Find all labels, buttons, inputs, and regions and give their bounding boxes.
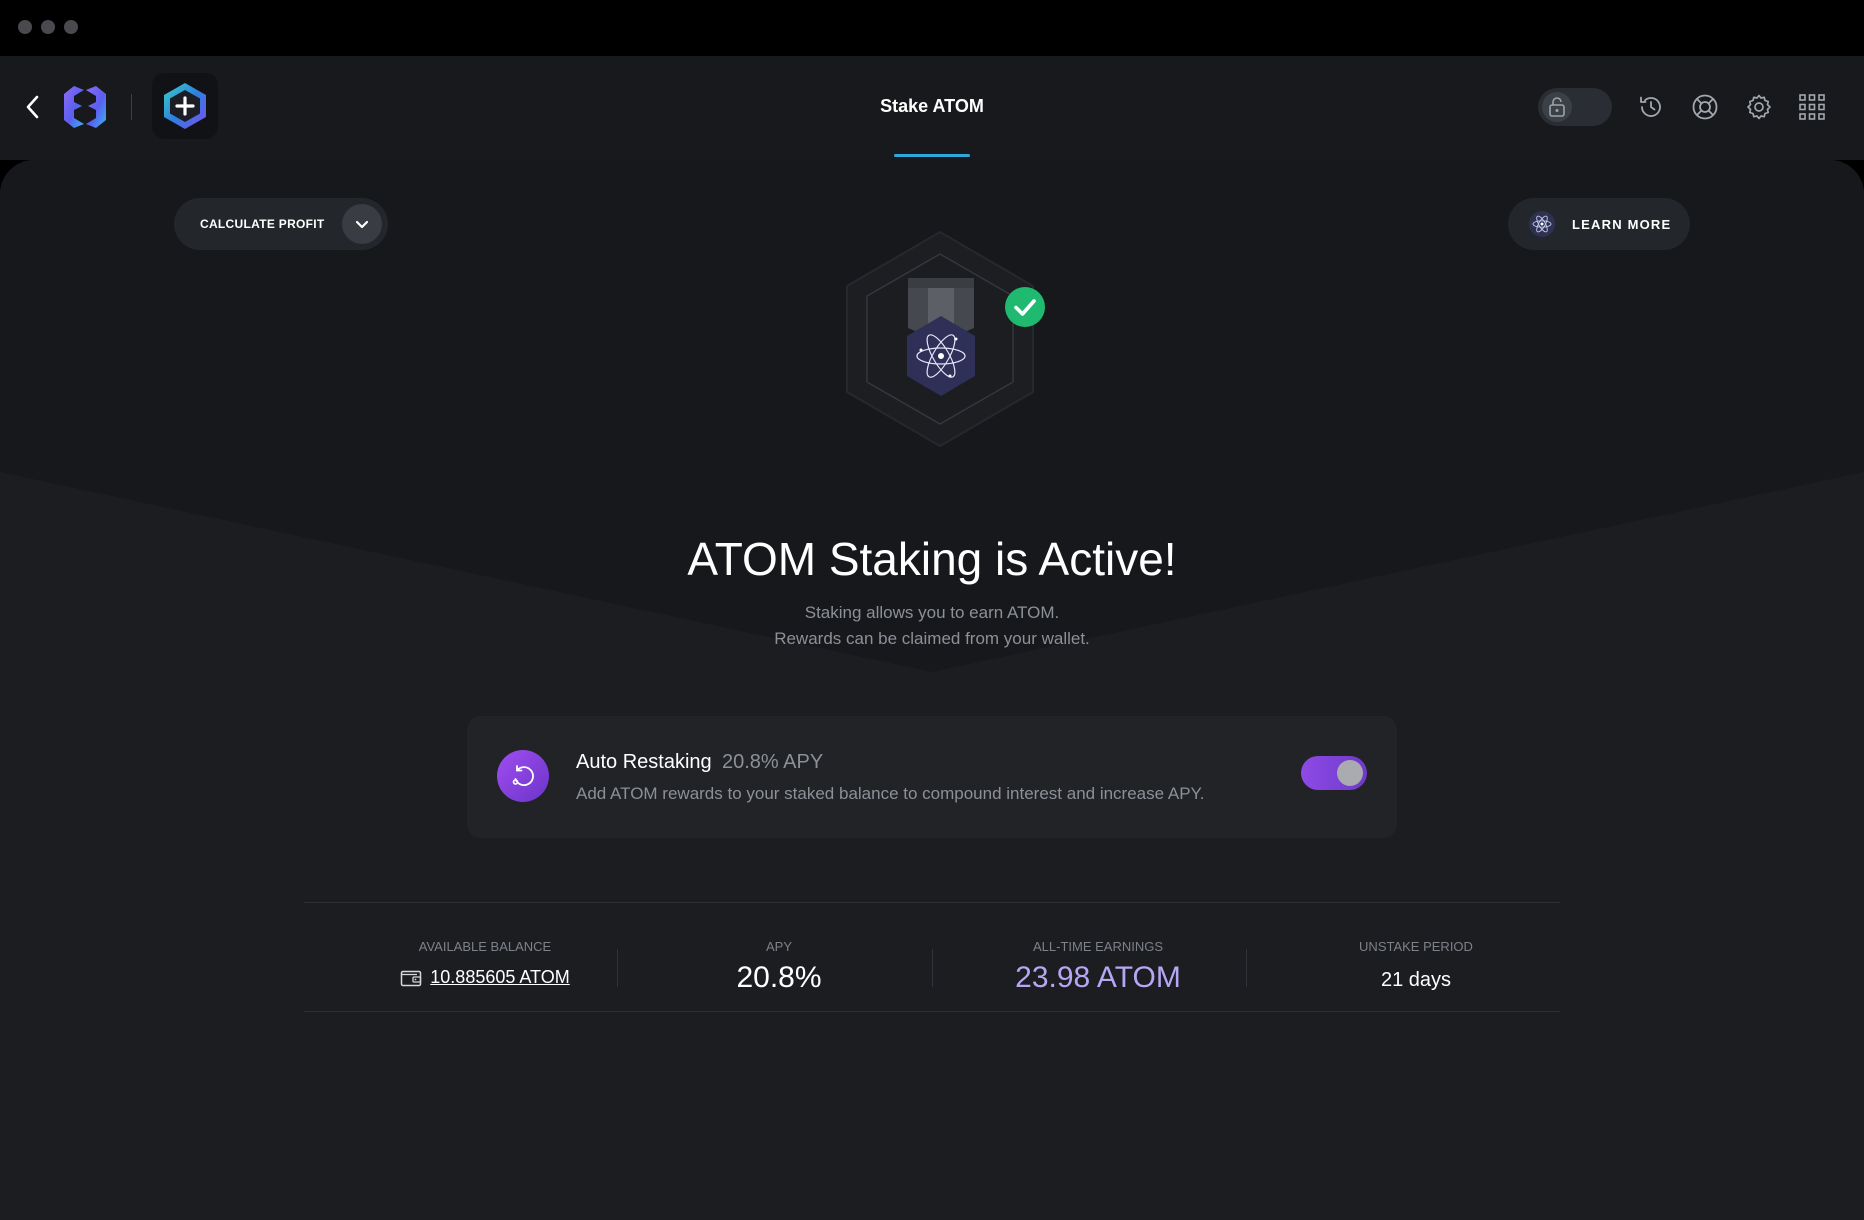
staking-subtitle-line-2: Rewards can be claimed from your wallet. xyxy=(774,629,1090,648)
apps-grid-icon xyxy=(1799,94,1825,120)
calculate-profit-label: CALCULATE PROFIT xyxy=(200,217,325,231)
available-balance-link[interactable]: 10.885605 ATOM xyxy=(430,967,569,988)
history-button[interactable] xyxy=(1633,89,1669,125)
chevron-down-icon xyxy=(342,204,382,244)
back-arrow-icon xyxy=(26,95,39,119)
apy-label: APY xyxy=(765,939,792,954)
history-icon xyxy=(1640,96,1661,117)
stat-divider xyxy=(932,949,933,987)
gear-icon xyxy=(1747,94,1771,120)
window-titlebar xyxy=(0,0,1864,56)
auto-restaking-title: Auto Restaking xyxy=(576,751,712,773)
window-close-button[interactable] xyxy=(18,20,32,34)
lock-icon xyxy=(1549,97,1565,117)
toggle-knob xyxy=(1337,760,1363,786)
auto-restaking-toggle[interactable] xyxy=(1301,756,1367,790)
unstake-period-label: UNSTAKE PERIOD xyxy=(1359,939,1473,954)
exodus-logo-icon xyxy=(64,86,106,128)
staking-badge xyxy=(812,226,1072,456)
support-button[interactable] xyxy=(1687,89,1723,125)
auto-restaking-card: Auto Restaking 20.8% APY Add ATOM reward… xyxy=(467,716,1397,838)
wallet-icon xyxy=(401,970,422,986)
staking-active-heading: ATOM Staking is Active! xyxy=(687,533,1177,585)
restake-icon xyxy=(497,750,549,802)
cosmos-app-icon xyxy=(164,83,206,129)
apps-button[interactable] xyxy=(1794,89,1830,125)
window-minimize-button[interactable] xyxy=(41,20,55,34)
stat-divider xyxy=(617,949,618,987)
lock-toggle[interactable] xyxy=(1538,88,1612,126)
available-balance-label: AVAILABLE BALANCE xyxy=(418,939,552,954)
staking-stats: AVAILABLE BALANCE 10.885605 ATOM APY 20.… xyxy=(304,902,1560,1012)
auto-restaking-description: Add ATOM rewards to your staked balance … xyxy=(576,784,1205,803)
all-time-earnings-label: ALL-TIME EARNINGS xyxy=(1032,939,1164,954)
exodus-logo[interactable] xyxy=(60,82,110,132)
back-button[interactable] xyxy=(22,92,44,122)
stat-all-time-earnings: ALL-TIME EARNINGS 23.98 ATOM xyxy=(968,903,1228,1013)
stat-divider xyxy=(1246,949,1247,987)
cosmos-coin-icon xyxy=(1529,211,1555,237)
staking-subtitle-line-1: Staking allows you to earn ATOM. xyxy=(804,603,1060,622)
all-time-earnings-value: 23.98 ATOM xyxy=(1015,961,1181,994)
app-header: Stake ATOM xyxy=(0,56,1864,160)
stat-apy: APY 20.8% xyxy=(654,903,904,1013)
stat-available-balance: AVAILABLE BALANCE 10.885605 ATOM xyxy=(352,903,618,1013)
unstake-period-value: 21 days xyxy=(1380,969,1452,991)
cosmos-app-button[interactable] xyxy=(152,73,218,139)
apy-value: 20.8% xyxy=(736,961,822,994)
atom-staking-badge-icon xyxy=(846,230,1034,448)
header-divider xyxy=(131,94,132,120)
support-icon xyxy=(1692,94,1718,120)
settings-button[interactable] xyxy=(1741,89,1777,125)
active-tab-indicator xyxy=(894,154,970,157)
learn-more-button[interactable]: LEARN MORE xyxy=(1508,198,1690,250)
learn-more-label: LEARN MORE xyxy=(1572,217,1672,232)
staking-panel: CALCULATE PROFIT LEARN MORE ATOM Staking… xyxy=(0,160,1864,1220)
lock-toggle-knob xyxy=(1542,92,1572,122)
page-title: Stake ATOM xyxy=(880,96,984,116)
check-icon xyxy=(1005,287,1045,327)
calculate-profit-button[interactable]: CALCULATE PROFIT xyxy=(174,198,388,250)
auto-restaking-apy: 20.8% APY xyxy=(722,751,824,773)
stat-unstake-period: UNSTAKE PERIOD 21 days xyxy=(1286,903,1546,1013)
window-maximize-button[interactable] xyxy=(64,20,78,34)
